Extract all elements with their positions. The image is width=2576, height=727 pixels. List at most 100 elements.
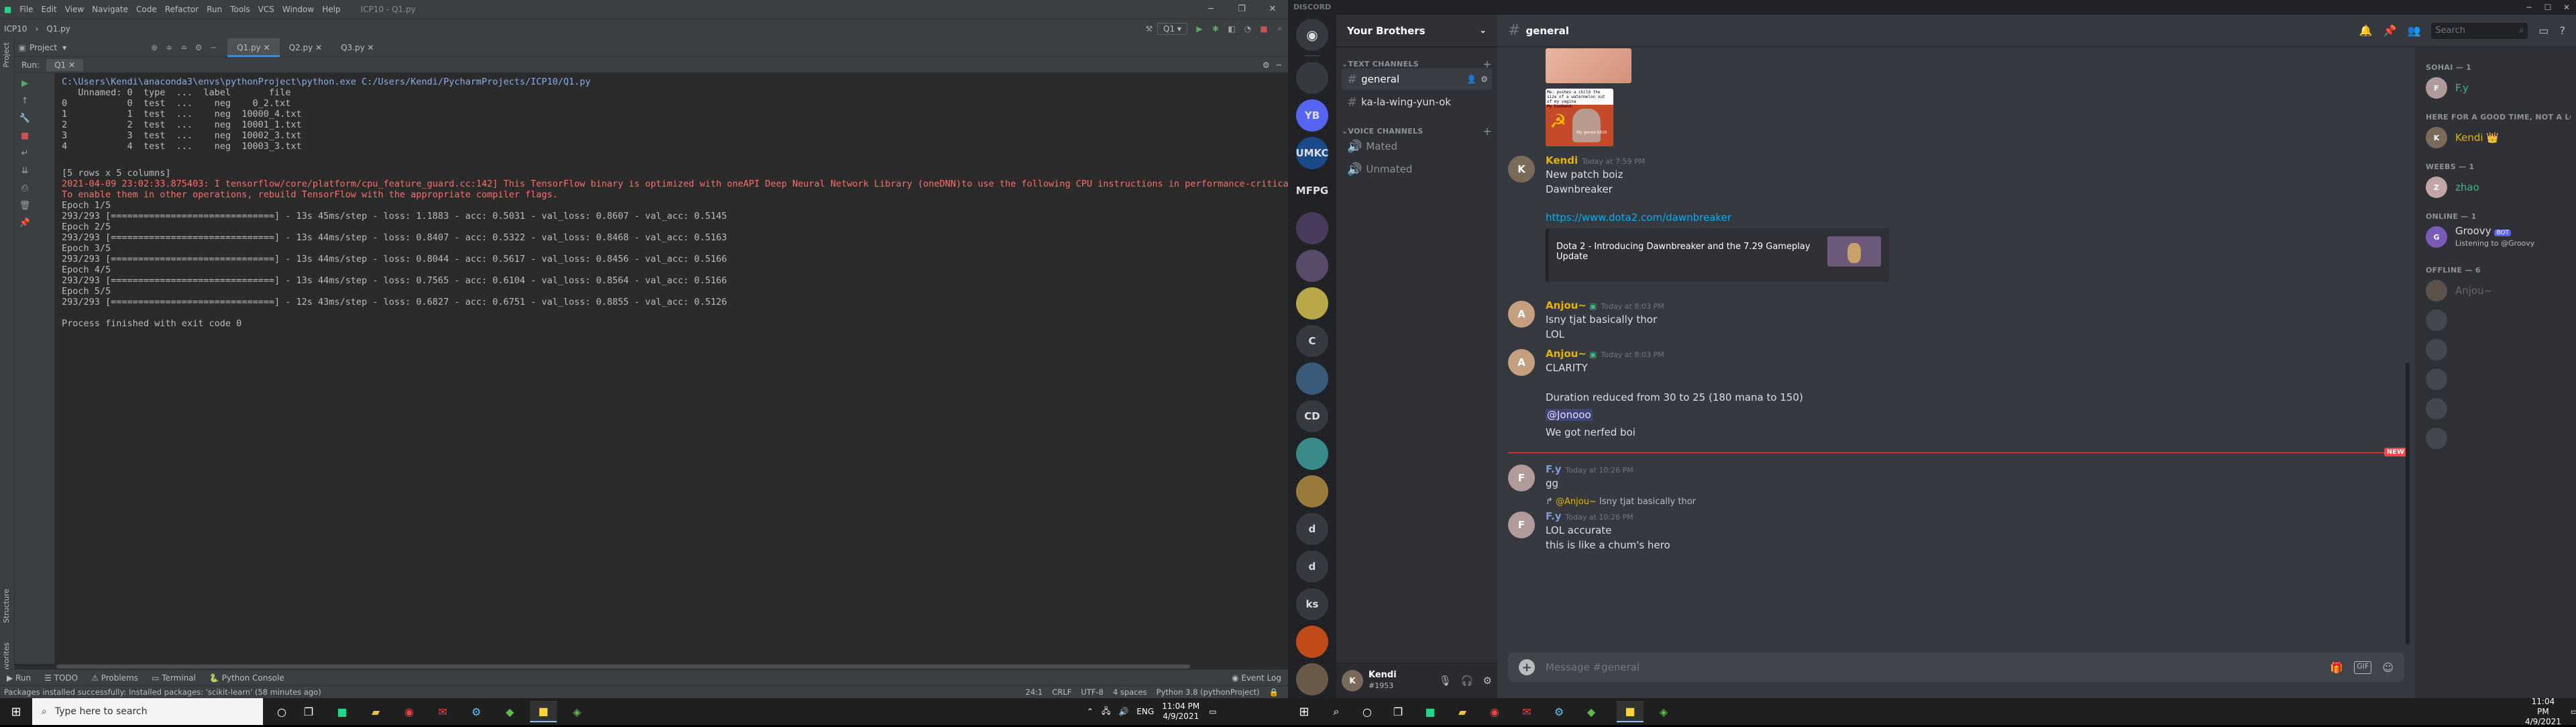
meme-image[interactable]: Me: pushes a child the size of a waterme…	[1546, 89, 1613, 146]
hide-icon[interactable]: ─	[206, 43, 221, 52]
chrome-icon[interactable]: ◉	[396, 701, 423, 722]
voice-channel-mated[interactable]: 🔊 Mated	[1342, 136, 1492, 157]
chevron-down-icon[interactable]: ▾	[62, 43, 66, 52]
file-explorer-icon[interactable]: ▰	[362, 701, 389, 722]
member-groovy[interactable]: G Groovy BOT Listening to @Groovy	[2420, 223, 2571, 251]
app-icon[interactable]: ◈	[1650, 701, 1677, 722]
bottom-tab-todo[interactable]: ☰ TODO	[38, 673, 85, 683]
console-horizontal-scrollbar[interactable]	[56, 665, 1190, 669]
notification-icon[interactable]: ▭	[2571, 707, 2576, 716]
menu-window[interactable]: Window	[278, 5, 318, 14]
editor-tab-q1[interactable]: Q1.py ✕	[227, 38, 280, 57]
bell-icon[interactable]: 🔔	[2359, 24, 2373, 37]
search-icon[interactable]: ⌕	[1323, 701, 1350, 722]
server-icon[interactable]: d	[1296, 550, 1328, 583]
gift-icon[interactable]: 🎁	[2330, 661, 2343, 674]
rerun-icon[interactable]: ▶	[15, 79, 35, 89]
project-dropdown[interactable]: Project	[30, 43, 57, 52]
run-hide-icon[interactable]: ─	[1270, 60, 1288, 70]
breadcrumb-file[interactable]: Q1.py	[42, 24, 74, 34]
menu-navigate[interactable]: Navigate	[88, 5, 132, 14]
server-icon[interactable]: CD	[1296, 400, 1328, 432]
attach-plus-icon[interactable]: +	[1519, 659, 1535, 675]
meme-image-top[interactable]	[1546, 48, 1631, 83]
server-icon[interactable]	[1296, 62, 1328, 94]
python-interpreter[interactable]: Python 3.8 (pythonProject)	[1157, 687, 1260, 697]
app-icon[interactable]: ◈	[564, 701, 590, 722]
menu-file[interactable]: File	[15, 5, 37, 14]
editor-tab-q2[interactable]: Q2.py ✕	[280, 38, 332, 57]
avatar[interactable]: F	[1508, 465, 1535, 491]
file-explorer-icon[interactable]: ▰	[1449, 701, 1476, 722]
editor-tab-q3[interactable]: Q3.py ✕	[331, 38, 384, 57]
member-offline[interactable]: Anjou~	[2420, 277, 2571, 305]
server-icon[interactable]	[1296, 212, 1328, 244]
mail-icon[interactable]: ✉	[429, 701, 456, 722]
link-embed[interactable]: Dota 2 - Introducing Dawnbreaker and the…	[1546, 228, 1889, 282]
menu-run[interactable]: Run	[203, 5, 226, 14]
hammer-icon[interactable]: ⚒	[1141, 24, 1157, 34]
server-icon[interactable]: YB	[1296, 99, 1328, 132]
profile-icon[interactable]: ◔	[1240, 24, 1256, 34]
pin-icon[interactable]: 📌	[2383, 24, 2397, 37]
server-icon[interactable]	[1296, 438, 1328, 470]
expand-icon[interactable]: ≐	[176, 43, 191, 52]
pycharm-taskbar-icon[interactable]: ■	[329, 701, 356, 722]
message-author[interactable]: F.y	[1546, 463, 1562, 475]
run-icon[interactable]: ▶	[1191, 24, 1208, 34]
message-author[interactable]: F.y	[1546, 510, 1562, 522]
close-icon[interactable]: ✕	[1257, 0, 1288, 18]
avatar[interactable]: A	[1508, 349, 1535, 376]
embed-title[interactable]: Dota 2 - Introducing Dawnbreaker and the…	[1556, 242, 1825, 262]
wrench-icon[interactable]: 🔧	[15, 113, 35, 124]
close-icon[interactable]: ✕	[2557, 0, 2576, 15]
pycharm-taskbar-icon[interactable]: ■	[1417, 701, 1444, 722]
channel-ka-la-wing-yun-ok[interactable]: # ka-la-wing-yun-ok	[1342, 91, 1492, 113]
menu-refactor[interactable]: Refactor	[161, 5, 203, 14]
cursor-position[interactable]: 24:1	[1026, 687, 1043, 697]
channel-general[interactable]: # general 👤 ⚙	[1342, 68, 1492, 90]
avatar[interactable]: F	[1508, 512, 1535, 538]
message-input[interactable]: + Message #general 🎁 GIF ☺	[1508, 652, 2404, 682]
maximize-icon[interactable]: ☐	[2538, 0, 2557, 15]
coverage-icon[interactable]: ◧	[1224, 24, 1240, 34]
search-input[interactable]: Search ⌕	[2431, 22, 2528, 39]
message-link[interactable]: https://www.dota2.com/dawnbreaker	[1546, 211, 1731, 224]
server-icon[interactable]	[1296, 475, 1328, 507]
windows-start-icon[interactable]: ⊞	[1288, 698, 1320, 725]
task-view-icon[interactable]: ❐	[295, 701, 322, 722]
member-offline[interactable]	[2420, 306, 2571, 334]
taskbar-clock[interactable]: 11:04 PM 4/9/2021	[2525, 697, 2561, 727]
indent-setting[interactable]: 4 spaces	[1113, 687, 1147, 697]
server-icon[interactable]: C	[1296, 325, 1328, 357]
pycharm-active-icon[interactable]: ■	[1617, 701, 1644, 722]
server-icon[interactable]: UMKC	[1296, 137, 1328, 169]
server-header[interactable]: Your Brothers ⌄	[1336, 15, 1497, 47]
headphones-icon[interactable]: 🎧	[1461, 675, 1474, 687]
invite-icon[interactable]: 👤	[1466, 75, 1477, 84]
menu-code[interactable]: Code	[132, 5, 161, 14]
network-icon[interactable]: 🖧	[1102, 705, 1110, 719]
menu-edit[interactable]: Edit	[37, 5, 60, 14]
server-icon[interactable]: d	[1296, 513, 1328, 545]
menu-view[interactable]: View	[61, 5, 88, 14]
message-scrollbar[interactable]	[2406, 362, 2410, 644]
help-icon[interactable]: ?	[2560, 24, 2566, 37]
menu-tools[interactable]: Tools	[226, 5, 254, 14]
status-message[interactable]: Packages installed successfully: Install…	[0, 687, 321, 697]
trash-icon[interactable]: 🗑	[15, 201, 35, 211]
collapse-icon[interactable]: ≑	[162, 43, 176, 52]
members-icon[interactable]: 👥	[2407, 24, 2420, 37]
server-icon[interactable]	[1296, 287, 1328, 320]
message-author[interactable]: Anjou~	[1546, 348, 1587, 360]
soft-wrap-icon[interactable]: ↵	[15, 148, 35, 158]
server-icon[interactable]: ks	[1296, 588, 1328, 620]
maximize-icon[interactable]: ❐	[1226, 0, 1257, 18]
breadcrumb-project[interactable]: ICP10	[0, 24, 31, 34]
embed-thumbnail[interactable]	[1827, 236, 1881, 266]
file-encoding[interactable]: UTF-8	[1081, 687, 1104, 697]
tray-chevron-icon[interactable]: ⌃	[1087, 707, 1093, 716]
scroll-end-icon[interactable]: ⇊	[15, 166, 35, 176]
line-separator[interactable]: CRLF	[1052, 687, 1071, 697]
home-discord-icon[interactable]: ◉	[1296, 19, 1328, 51]
